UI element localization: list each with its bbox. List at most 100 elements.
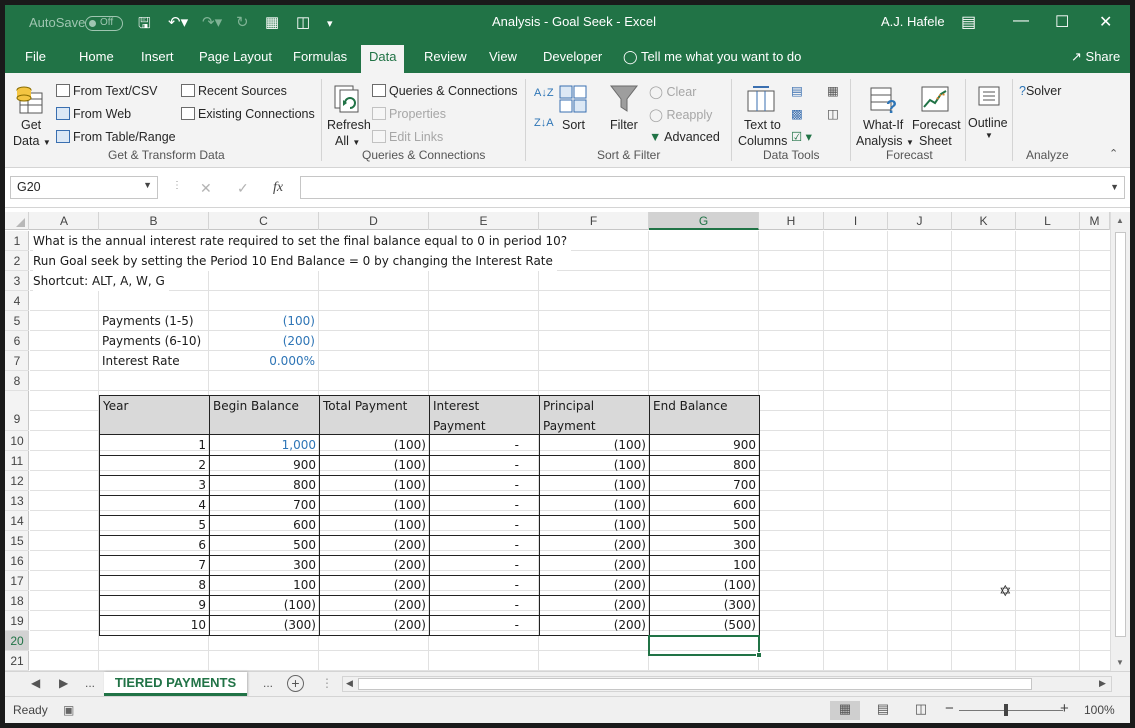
cell-a2[interactable]: Run Goal seek by setting the Period 10 E… bbox=[33, 251, 557, 271]
table-cell[interactable]: (200) bbox=[540, 556, 649, 575]
header-total-payment[interactable]: Total Payment bbox=[320, 396, 429, 436]
table-cell[interactable]: 10 bbox=[100, 616, 209, 635]
table-cell[interactable]: (200) bbox=[320, 596, 429, 615]
worksheet-grid[interactable]: What is the annual interest rate require… bbox=[30, 231, 1110, 671]
table-cell[interactable]: 900 bbox=[650, 436, 759, 455]
table-cell[interactable]: 300 bbox=[210, 556, 319, 575]
edit-links-button[interactable]: Edit Links bbox=[372, 130, 443, 144]
table-cell[interactable]: - bbox=[430, 516, 539, 535]
refresh-all-button[interactable]: All ▼ bbox=[335, 134, 360, 148]
table-cell[interactable]: (100) bbox=[320, 476, 429, 495]
horizontal-scrollbar[interactable]: ◀ ▶ bbox=[342, 676, 1112, 692]
row-header[interactable]: 6 bbox=[5, 331, 29, 351]
column-header[interactable]: H bbox=[759, 212, 824, 230]
enter-icon[interactable]: ✓ bbox=[237, 180, 249, 197]
cell-a3[interactable]: Shortcut: ALT, A, W, G bbox=[33, 271, 169, 291]
scroll-up-icon[interactable]: ▲ bbox=[1116, 216, 1124, 225]
table-cell[interactable]: 300 bbox=[650, 536, 759, 555]
table-cell[interactable]: 600 bbox=[650, 496, 759, 515]
chevron-down-icon[interactable]: ▼ bbox=[985, 131, 993, 140]
table-cell[interactable]: 7 bbox=[100, 556, 209, 575]
active-cell-g20[interactable] bbox=[648, 635, 762, 658]
cell-a1[interactable]: What is the annual interest rate require… bbox=[33, 231, 572, 251]
column-header[interactable]: D bbox=[319, 212, 429, 230]
table-cell[interactable]: (200) bbox=[540, 536, 649, 555]
from-table-button[interactable]: From Table/Range bbox=[56, 130, 176, 144]
table-cell[interactable]: - bbox=[430, 556, 539, 575]
from-text-button[interactable]: From Text/CSV bbox=[56, 84, 158, 98]
table-cell[interactable]: (100) bbox=[540, 516, 649, 535]
tell-me-box[interactable]: ◯ Tell me what you want to do bbox=[623, 49, 801, 65]
table-cell[interactable]: (100) bbox=[540, 496, 649, 515]
column-header[interactable]: B bbox=[99, 212, 209, 230]
column-header[interactable]: K bbox=[952, 212, 1016, 230]
formula-input[interactable]: ▼ bbox=[300, 176, 1125, 199]
table-cell[interactable]: - bbox=[430, 576, 539, 595]
row-header[interactable]: 9 bbox=[5, 391, 29, 431]
splitter-icon[interactable]: ⋮ bbox=[321, 676, 333, 690]
table-cell[interactable]: - bbox=[430, 436, 539, 455]
interest-rate-value[interactable]: 0.000% bbox=[208, 351, 318, 371]
data-validation-icon[interactable]: ☑ ▾ bbox=[791, 129, 812, 144]
row-header[interactable]: 10 bbox=[5, 431, 29, 451]
table-cell[interactable]: (100) bbox=[320, 496, 429, 515]
tab-home[interactable]: Home bbox=[79, 49, 114, 64]
row-header[interactable]: 5 bbox=[5, 311, 29, 331]
column-header-selected[interactable]: G bbox=[649, 212, 759, 230]
zoom-slider-thumb[interactable] bbox=[1004, 704, 1008, 716]
fill-handle[interactable] bbox=[756, 652, 762, 658]
tab-developer[interactable]: Developer bbox=[543, 49, 602, 64]
header-year[interactable]: Year bbox=[100, 396, 209, 436]
table-cell[interactable]: (500) bbox=[650, 616, 759, 635]
table-cell[interactable]: - bbox=[430, 476, 539, 495]
select-all-button[interactable] bbox=[5, 212, 29, 230]
existing-connections-button[interactable]: Existing Connections bbox=[181, 107, 315, 121]
column-header[interactable]: F bbox=[539, 212, 649, 230]
row-header[interactable]: 18 bbox=[5, 591, 29, 611]
sort-za-icon[interactable]: Z↓A bbox=[534, 117, 554, 129]
table-cell[interactable]: (300) bbox=[210, 616, 319, 635]
payments-6-10-value[interactable]: (200) bbox=[208, 331, 318, 351]
row-header[interactable]: 17 bbox=[5, 571, 29, 591]
recent-sources-button[interactable]: Recent Sources bbox=[181, 84, 287, 98]
properties-button[interactable]: Properties bbox=[372, 107, 446, 121]
what-if-label-1[interactable]: What-If bbox=[863, 118, 903, 132]
column-header[interactable]: C bbox=[209, 212, 319, 230]
insert-function-icon[interactable]: fx bbox=[273, 180, 283, 196]
table-cell[interactable]: (200) bbox=[320, 576, 429, 595]
table-cell[interactable]: (300) bbox=[650, 596, 759, 615]
table-cell[interactable]: 4 bbox=[100, 496, 209, 515]
add-sheet-icon[interactable]: + bbox=[287, 675, 304, 692]
table-cell[interactable]: (200) bbox=[320, 616, 429, 635]
row-header[interactable]: 21 bbox=[5, 651, 29, 671]
scroll-down-icon[interactable]: ▼ bbox=[1116, 658, 1124, 667]
row-header[interactable]: 1 bbox=[5, 231, 29, 251]
table-cell[interactable]: 500 bbox=[210, 536, 319, 555]
payments-1-5-label[interactable]: Payments (1-5) bbox=[102, 311, 194, 331]
queries-connections-button[interactable]: Queries & Connections bbox=[372, 84, 518, 98]
tab-review[interactable]: Review bbox=[424, 49, 467, 64]
table-cell[interactable]: (100) bbox=[540, 476, 649, 495]
horizontal-scroll-thumb[interactable] bbox=[358, 678, 1032, 690]
table-cell[interactable]: - bbox=[430, 496, 539, 515]
table-cell[interactable]: (100) bbox=[540, 456, 649, 475]
get-data-button[interactable]: Data ▼ bbox=[13, 134, 51, 148]
table-cell[interactable]: (100) bbox=[540, 436, 649, 455]
payments-6-10-label[interactable]: Payments (6-10) bbox=[102, 331, 201, 351]
name-box[interactable]: G20 ▼ bbox=[10, 176, 158, 199]
redo-icon[interactable]: ↷▾ bbox=[202, 13, 222, 31]
autosave-toggle[interactable]: Off bbox=[85, 16, 123, 31]
header-end-balance[interactable]: End Balance bbox=[650, 396, 759, 436]
table-cell[interactable]: 100 bbox=[650, 556, 759, 575]
forecast-sheet-button[interactable]: Sheet bbox=[919, 134, 952, 148]
table-cell[interactable]: 1 bbox=[100, 436, 209, 455]
table-cell[interactable]: (100) bbox=[210, 596, 319, 615]
scroll-left-icon[interactable]: ◀ bbox=[346, 678, 353, 689]
column-header[interactable]: L bbox=[1016, 212, 1080, 230]
header-begin-balance[interactable]: Begin Balance bbox=[210, 396, 319, 436]
zoom-out-icon[interactable]: − bbox=[945, 700, 954, 717]
row-header[interactable]: 12 bbox=[5, 471, 29, 491]
tab-view[interactable]: View bbox=[489, 49, 517, 64]
refresh-qat-icon[interactable]: ↻ bbox=[236, 13, 249, 31]
payments-1-5-value[interactable]: (100) bbox=[208, 311, 318, 331]
